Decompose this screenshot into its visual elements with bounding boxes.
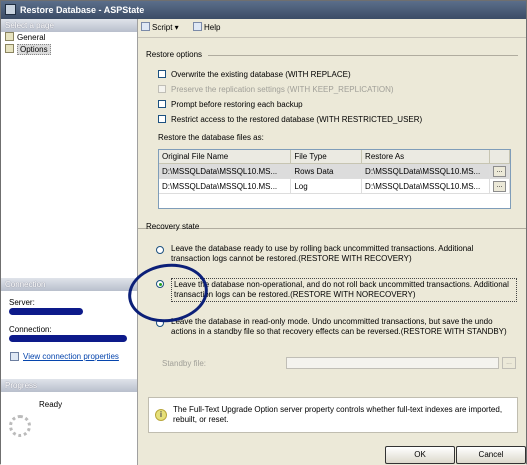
browse-button[interactable]: ... xyxy=(492,181,506,192)
info-icon: i xyxy=(155,409,167,421)
table-row[interactable]: D:\MSSQLData\MSSQL10.MS... Log D:\MSSQLD… xyxy=(159,178,511,194)
help-icon xyxy=(193,22,202,31)
left-pane: Select a page General Options Connection… xyxy=(1,19,138,465)
page-icon xyxy=(5,32,14,41)
page-item-label: Options xyxy=(17,44,51,55)
group-divider xyxy=(208,55,518,56)
checkbox-label: Overwrite the existing database (WITH RE… xyxy=(171,70,351,79)
view-connection-properties-link[interactable]: View connection properties xyxy=(23,352,119,361)
restore-as-cell[interactable]: D:\MSSQLData\MSSQL10.MS... xyxy=(361,178,490,194)
script-label: Script xyxy=(152,23,173,32)
database-icon xyxy=(5,4,16,15)
original-file-cell: D:\MSSQLData\MSSQL10.MS... xyxy=(159,163,292,179)
column-header[interactable]: Original File Name xyxy=(159,150,292,164)
info-panel: i The Full-Text Upgrade Option server pr… xyxy=(148,397,518,433)
title-bar[interactable]: Restore Database - ASPState xyxy=(1,1,526,19)
radio-label: Leave the database ready to use by rolli… xyxy=(171,244,474,263)
column-header[interactable]: Restore As xyxy=(361,150,490,164)
recovery-state-header: Recovery state xyxy=(146,222,200,231)
info-text: The Full-Text Upgrade Option server prop… xyxy=(173,405,503,424)
page-item-options[interactable]: Options xyxy=(5,44,51,56)
checkbox-label: Restrict access to the restored database… xyxy=(171,115,423,124)
properties-icon xyxy=(10,352,19,361)
connection-header: Connection xyxy=(1,278,137,291)
preserve-replication-checkbox[interactable]: Preserve the replication settings (WITH … xyxy=(158,85,394,95)
page-item-label: General xyxy=(17,33,46,42)
select-page-header: Select a page xyxy=(1,19,137,32)
page-icon xyxy=(5,44,14,53)
restore-files-grid[interactable]: Original File Name File Type Restore As … xyxy=(158,149,511,209)
restore-database-dialog: Restore Database - ASPState Select a pag… xyxy=(0,0,527,465)
browse-cell: ... xyxy=(489,163,511,179)
overwrite-checkbox[interactable]: Overwrite the existing database (WITH RE… xyxy=(158,70,351,80)
help-button[interactable]: Help xyxy=(193,22,220,34)
options-page: Script ▾ Help Restore options Overwrite … xyxy=(138,19,526,465)
toolbar: Script ▾ Help xyxy=(138,19,526,38)
help-label: Help xyxy=(204,23,221,32)
redacted-connection-value xyxy=(9,335,127,342)
standby-file-input[interactable] xyxy=(286,357,499,369)
restore-files-label: Restore the database files as: xyxy=(158,133,264,142)
standby-browse-button[interactable]: ... xyxy=(502,357,516,369)
script-icon xyxy=(141,22,150,31)
progress-spinner-icon xyxy=(9,415,31,437)
page-item-general[interactable]: General xyxy=(5,32,45,44)
checkbox-label: Prompt before restoring each backup xyxy=(171,100,303,109)
radio-button[interactable] xyxy=(156,246,164,254)
checkbox-label: Preserve the replication settings (WITH … xyxy=(171,85,394,94)
recovery-option-recovery[interactable]: Leave the database ready to use by rolli… xyxy=(156,244,518,266)
recovery-option-norecovery[interactable]: Leave the database non-operational, and … xyxy=(156,278,518,302)
progress-status: Ready xyxy=(39,400,63,409)
restore-options-header: Restore options xyxy=(146,50,203,59)
column-header-blank xyxy=(489,150,511,164)
progress-header: Progress xyxy=(1,379,137,392)
grid-header-row: Original File Name File Type Restore As xyxy=(159,150,511,164)
radio-label: Leave the database non-operational, and … xyxy=(171,278,517,302)
redacted-server-value xyxy=(9,308,83,315)
cancel-button[interactable]: Cancel xyxy=(456,446,526,464)
window-title: Restore Database - ASPState xyxy=(20,5,145,15)
table-row[interactable]: D:\MSSQLData\MSSQL10.MS... Rows Data D:\… xyxy=(159,163,511,179)
standby-file-label: Standby file: xyxy=(162,359,207,368)
original-file-cell: D:\MSSQLData\MSSQL10.MS... xyxy=(159,178,292,194)
restrict-access-checkbox[interactable]: Restrict access to the restored database… xyxy=(158,115,422,125)
browse-cell: ... xyxy=(489,178,511,194)
script-button[interactable]: Script ▾ xyxy=(141,22,179,34)
radio-label: Leave the database in read-only mode. Un… xyxy=(171,317,507,336)
file-type-cell: Rows Data xyxy=(290,163,363,179)
ok-button[interactable]: OK xyxy=(385,446,455,464)
server-label: Server: xyxy=(9,298,35,307)
prompt-before-restore-checkbox[interactable]: Prompt before restoring each backup xyxy=(158,100,303,110)
browse-button[interactable]: ... xyxy=(492,166,506,177)
file-type-cell: Log xyxy=(290,178,363,194)
restore-as-cell[interactable]: D:\MSSQLData\MSSQL10.MS... xyxy=(361,163,490,179)
column-header[interactable]: File Type xyxy=(290,150,363,164)
connection-label: Connection: xyxy=(9,325,52,334)
recovery-option-standby[interactable]: Leave the database in read-only mode. Un… xyxy=(156,317,518,339)
